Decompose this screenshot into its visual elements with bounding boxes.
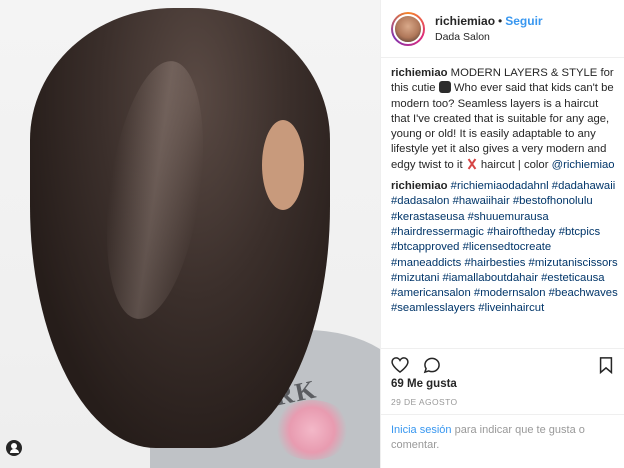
user-tag-body	[9, 449, 19, 453]
flower-print	[272, 400, 352, 460]
bookmark-icon[interactable]	[595, 354, 617, 376]
hashtag-link[interactable]: #shuuemurausa	[468, 211, 549, 223]
separator-dot: •	[498, 13, 503, 28]
comment-icon[interactable]	[421, 354, 443, 376]
user-tag-icon[interactable]	[6, 440, 22, 456]
post-sidebar: richiemiao • Seguir Dada Salon richiemiao …	[380, 0, 624, 468]
hashtag-link[interactable]: #kerastaseusa	[391, 211, 464, 223]
avatar	[393, 13, 423, 44]
hashtag-link[interactable]: #hawaiihair	[453, 195, 510, 207]
hashtag-link[interactable]: #americansalon	[391, 287, 471, 299]
location-link[interactable]: Dada Salon	[435, 29, 543, 45]
caption-area: richiemiao MODERN LAYERS & STYLE for thi…	[391, 66, 619, 348]
hashtag-link[interactable]: #esteticausa	[541, 272, 604, 284]
ear-shape	[262, 120, 304, 210]
hashtag-link[interactable]: #dadahawaii	[552, 180, 615, 192]
likes-count[interactable]: 69 Me gusta	[391, 378, 457, 390]
hashtag-link[interactable]: #dadasalon	[391, 195, 449, 207]
hashtag-link[interactable]: #bestofhonolulu	[513, 195, 593, 207]
caption-author[interactable]: richiemiao	[391, 67, 448, 79]
hashtag-link[interactable]: #seamlesslayers	[391, 302, 475, 314]
hashtag-link[interactable]: #btcpics	[559, 226, 600, 238]
avatar-ring[interactable]	[391, 11, 425, 46]
hashtag-list: #richiemiaodadahnl #dadahawaii #dadasalo…	[391, 180, 618, 314]
login-prompt: Inicia sesión para indicar que te gusta …	[381, 414, 624, 468]
scissors-emoji-icon	[466, 158, 478, 170]
hashtag-link[interactable]: #hairbesties	[464, 257, 525, 269]
heart-icon[interactable]	[389, 354, 411, 376]
header-text: richiemiao • Seguir Dada Salon	[435, 13, 543, 45]
username-link[interactable]: richiemiao	[435, 14, 495, 28]
hashtag-link[interactable]: #mizutani	[391, 272, 439, 284]
instagram-post: NEW YORK richiemiao•Seguir Dada Salon ri…	[0, 0, 624, 468]
hashtag-link[interactable]: #hairdressermagic	[391, 226, 484, 238]
action-bar	[381, 348, 624, 374]
hashtag-link[interactable]: #maneaddicts	[391, 257, 461, 269]
hashtag-comment: richiemiao #richiemiaodadahnl #dadahawai…	[391, 179, 619, 317]
hashtag-link[interactable]: #beachwaves	[549, 287, 618, 299]
post-date[interactable]: 29 DE AGOSTO	[391, 397, 458, 407]
hashtag-link[interactable]: #btcapproved	[391, 241, 459, 253]
caption-part3: haircut | color	[480, 158, 549, 171]
header-line: richiemiao • Seguir	[435, 13, 543, 29]
post-header: richiemiao • Seguir Dada Salon	[381, 0, 624, 58]
caption-text: richiemiao MODERN LAYERS & STYLE for thi…	[391, 66, 619, 173]
hashtag-link[interactable]: #hairoftheday	[487, 226, 555, 238]
hashtag-link[interactable]: #licensedtocreate	[463, 241, 552, 253]
follow-button[interactable]: Seguir	[505, 14, 542, 28]
hashtag-link[interactable]: #mizutaniscissors	[529, 257, 618, 269]
caption-part2: Who ever said that kids can't be modern …	[391, 82, 614, 171]
post-photo[interactable]: NEW YORK	[0, 0, 380, 468]
login-link[interactable]: Inicia sesión	[391, 424, 452, 436]
hashtag-link[interactable]: #iamallaboutdahair	[443, 272, 538, 284]
comment-author[interactable]: richiemiao	[391, 180, 448, 192]
face-emoji-icon	[438, 81, 451, 94]
hashtag-link[interactable]: #modernsalon	[474, 287, 546, 299]
hashtag-link[interactable]: #richiemiaodadahnl	[451, 180, 549, 192]
mention-link[interactable]: @richiemiao	[552, 159, 615, 171]
hashtag-link[interactable]: #liveinhaircut	[478, 302, 544, 314]
